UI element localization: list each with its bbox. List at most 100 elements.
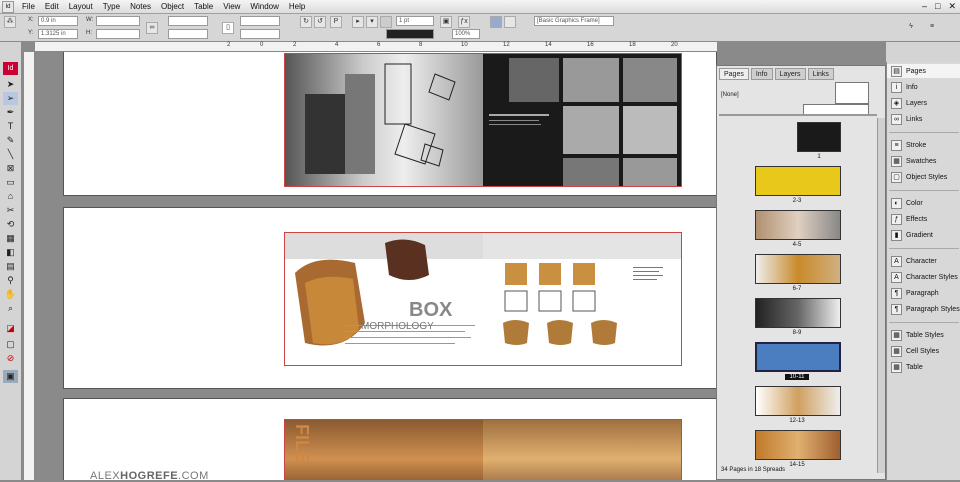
rotate-cw-icon[interactable]: ↻ (300, 16, 312, 28)
apply-none-icon[interactable]: ⊘ (3, 352, 18, 365)
minimize-button[interactable]: – (922, 1, 927, 12)
dock-item-table-styles[interactable]: ▦ Table Styles (887, 328, 960, 342)
width-field[interactable] (96, 16, 140, 26)
rotation-field[interactable] (240, 16, 280, 26)
dock-item-gradient[interactable]: ▮ Gradient (887, 228, 960, 242)
gradient-feather-tool-icon[interactable]: ◧ (3, 246, 18, 259)
page-thumb[interactable] (755, 386, 841, 416)
scissors-tool-icon[interactable]: ✂ (3, 204, 18, 217)
pages-scrollbar[interactable] (877, 118, 885, 473)
free-transform-tool-icon[interactable]: ⟲ (3, 218, 18, 231)
spread-4-5[interactable] (284, 53, 682, 187)
view-mode-icon[interactable]: ▣ (3, 370, 18, 383)
maximize-button[interactable]: □ (935, 1, 940, 12)
tab-pages[interactable]: Pages (719, 68, 749, 80)
spread-12-13[interactable]: FILE (284, 419, 682, 480)
dock-item-character[interactable]: A Character (887, 254, 960, 268)
shear-field[interactable] (240, 29, 280, 39)
page-thumb[interactable] (755, 210, 841, 240)
button-tool-icon[interactable]: ⌂ (3, 190, 18, 203)
dock-item-object-styles[interactable]: ▢ Object Styles (887, 170, 960, 184)
pen-tool-icon[interactable]: ✒ (3, 106, 18, 119)
note-tool-icon[interactable]: ▤ (3, 260, 18, 273)
dock-item-links[interactable]: ∞ Links (887, 112, 960, 126)
select-content-icon[interactable]: ▸ (352, 16, 364, 28)
menu-view[interactable]: View (218, 2, 245, 11)
dock-item-cell-styles[interactable]: ▦ Cell Styles (887, 344, 960, 358)
hand-tool-icon[interactable]: ✋ (3, 288, 18, 301)
dock-item-info[interactable]: i Info (887, 80, 960, 94)
page-thumb[interactable] (755, 166, 841, 196)
type-tool-icon[interactable]: T (3, 120, 18, 133)
lightning-icon[interactable]: ϟ (905, 22, 917, 34)
eyedropper-tool-icon[interactable]: ⚲ (3, 274, 18, 287)
dock-item-layers[interactable]: ◈ Layers (887, 96, 960, 110)
opacity-field[interactable]: 100% (452, 29, 480, 39)
dock-item-paragraph-styles[interactable]: ¶ Paragraph Styles (887, 302, 960, 316)
stroke-weight-field[interactable]: 1 pt (396, 16, 434, 26)
dock-item-stroke[interactable]: ≡ Stroke (887, 138, 960, 152)
pencil-tool-icon[interactable]: ✎ (3, 134, 18, 147)
dock-item-pages[interactable]: ▤ Pages (887, 64, 960, 78)
scale-y-field[interactable] (168, 29, 208, 39)
page-thumb[interactable] (755, 254, 841, 284)
tab-layers[interactable]: Layers (774, 68, 806, 80)
horizontal-ruler[interactable]: 2 0 2 4 6 8 10 12 14 16 18 20 (35, 42, 717, 52)
dock-item-effects[interactable]: ƒ Effects (887, 212, 960, 226)
dock-item-swatches[interactable]: ▦ Swatches (887, 154, 960, 168)
flip-icon[interactable]: P (330, 16, 342, 28)
master-thumb[interactable] (835, 82, 869, 104)
menu-type[interactable]: Type (98, 2, 125, 11)
master-none[interactable]: [None] (721, 92, 739, 98)
y-field[interactable]: 1.3125 in (38, 29, 78, 39)
dock-item-table[interactable]: ▦ Table (887, 360, 960, 374)
tab-links[interactable]: Links (807, 68, 834, 80)
dock-item-color[interactable]: ◐ Color (887, 196, 960, 210)
x-field[interactable]: 0.9 in (38, 16, 78, 26)
line-tool-icon[interactable]: ╲ (3, 148, 18, 161)
selection-tool-icon[interactable]: ➤ (3, 78, 18, 91)
select-next-icon[interactable]: ▾ (366, 16, 378, 28)
vertical-ruler[interactable] (24, 52, 35, 480)
menu-edit[interactable]: Edit (40, 2, 64, 11)
panel-menu-icon[interactable]: ≡ (926, 22, 938, 34)
select-container-icon[interactable]: ▯ (222, 22, 234, 34)
page-thumb[interactable] (755, 298, 841, 328)
scale-x-field[interactable] (168, 16, 208, 26)
rotate-ccw-icon[interactable]: ↺ (314, 16, 326, 28)
formatting-affects-container-icon[interactable]: ▢ (3, 338, 18, 351)
menu-window[interactable]: Window (245, 2, 283, 11)
menu-object[interactable]: Object (156, 2, 189, 11)
menu-notes[interactable]: Notes (125, 2, 156, 11)
fx-icon[interactable]: ▣ (440, 16, 452, 28)
fill-swatch-icon[interactable] (380, 16, 392, 28)
text-wrap-icon[interactable] (490, 16, 502, 28)
tab-info[interactable]: Info (750, 68, 773, 80)
menu-file[interactable]: File (17, 2, 40, 11)
page-thumb-selected[interactable] (755, 342, 841, 372)
menu-table[interactable]: Table (189, 2, 218, 11)
stroke-type-dropdown[interactable] (386, 29, 434, 39)
constrain-proportions-icon[interactable]: ∞ (146, 22, 158, 34)
document-canvas[interactable]: BOX MORPHOLOGY FILE (35, 52, 717, 480)
spread-10-11[interactable]: BOX MORPHOLOGY (284, 232, 682, 366)
wrap-around-icon[interactable] (504, 16, 516, 28)
indesign-app-icon[interactable]: Id (2, 0, 14, 13)
page-thumb[interactable] (755, 430, 841, 460)
menu-layout[interactable]: Layout (64, 2, 98, 11)
menu-help[interactable]: Help (284, 2, 310, 11)
direct-selection-tool-icon[interactable]: ➢ (3, 92, 18, 105)
close-button[interactable]: ✕ (948, 1, 956, 12)
reference-point-icon[interactable]: ⁂ (4, 16, 16, 28)
rectangle-tool-icon[interactable]: ▭ (3, 176, 18, 189)
panel-divider[interactable] (719, 114, 877, 116)
gradient-swatch-tool-icon[interactable]: ▦ (3, 232, 18, 245)
page-thumb[interactable] (797, 122, 841, 152)
dock-item-character-styles[interactable]: A Character Styles (887, 270, 960, 284)
rectangle-frame-tool-icon[interactable]: ⊠ (3, 162, 18, 175)
zoom-tool-icon[interactable]: ⌕ (3, 302, 18, 315)
height-field[interactable] (96, 29, 140, 39)
object-style-dropdown[interactable]: [Basic Graphics Frame] (534, 16, 614, 26)
fill-stroke-icon[interactable]: ◪ (3, 322, 18, 335)
effects-fx-icon[interactable]: ƒx (458, 16, 470, 28)
